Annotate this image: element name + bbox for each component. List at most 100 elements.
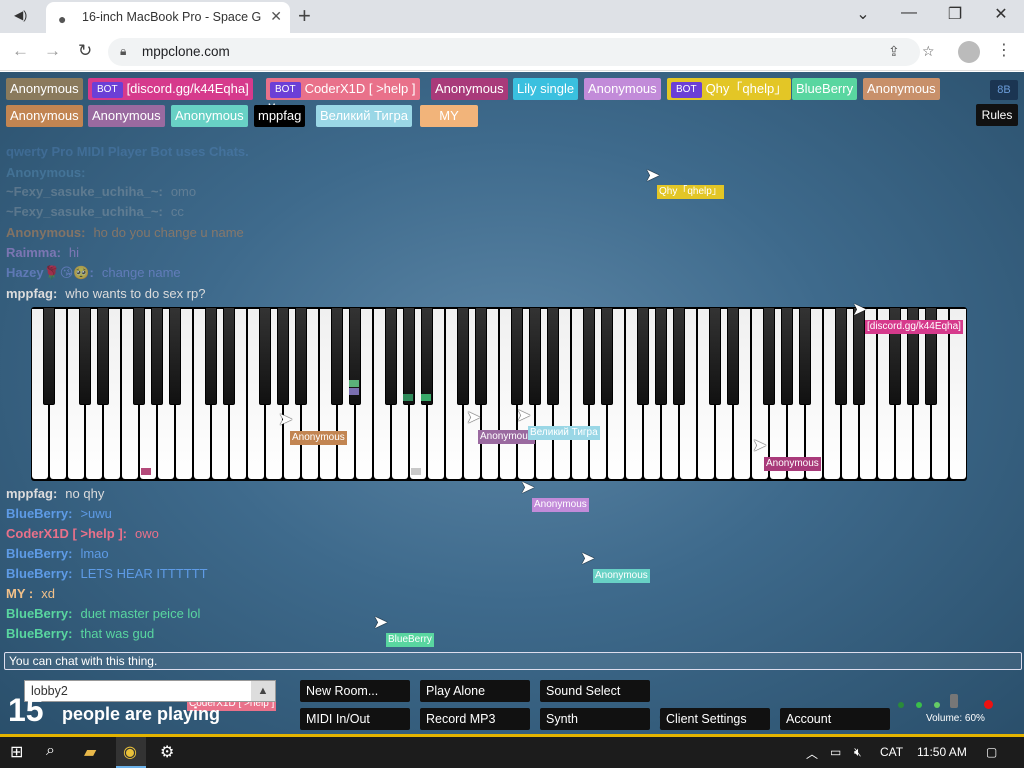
piano-black-key[interactable] bbox=[169, 307, 181, 405]
piano-black-key[interactable] bbox=[637, 307, 649, 405]
mouse-pointer-icon: ➤ bbox=[278, 409, 294, 429]
piano-black-key[interactable] bbox=[853, 307, 865, 405]
network-icon[interactable]: ▭ bbox=[830, 745, 841, 759]
piano-black-key[interactable] bbox=[529, 307, 541, 405]
profile-icon[interactable] bbox=[958, 41, 980, 63]
piano-black-key[interactable] bbox=[583, 307, 595, 405]
user-tag[interactable]: Lily single bbox=[513, 78, 579, 100]
piano-black-key[interactable] bbox=[295, 307, 307, 405]
piano-black-key[interactable] bbox=[259, 307, 271, 405]
reload-icon[interactable]: ↻ bbox=[78, 41, 92, 61]
close-icon[interactable]: ✕ bbox=[270, 8, 282, 25]
room-info-button[interactable]: 8B bbox=[990, 80, 1018, 100]
window-close-icon[interactable]: ✕ bbox=[978, 4, 1024, 24]
forward-arrow-icon[interactable]: → bbox=[44, 41, 61, 61]
piano-black-key[interactable] bbox=[673, 307, 685, 405]
piano-black-key[interactable] bbox=[835, 307, 847, 405]
language-indicator[interactable]: CAT bbox=[880, 745, 903, 759]
cursor-name-tag: Anonymous bbox=[532, 498, 589, 512]
chevron-up-icon[interactable]: ▲ bbox=[251, 681, 275, 701]
piano-black-key[interactable] bbox=[799, 307, 811, 405]
piano-black-key[interactable] bbox=[781, 307, 793, 405]
chevron-down-icon[interactable]: ⌄ bbox=[840, 4, 886, 24]
piano-black-key[interactable] bbox=[205, 307, 217, 405]
user-tag[interactable]: BOT CoderX1D [ >help ] bbox=[266, 78, 420, 100]
omnibox[interactable]: 🔒︎ mppclone.com ⇪ ☆ bbox=[108, 38, 935, 66]
piano-black-key[interactable] bbox=[97, 307, 109, 405]
user-tag[interactable]: Великий Тигра bbox=[316, 105, 412, 127]
user-tag[interactable]: BlueBerry bbox=[792, 78, 858, 100]
piano-black-key[interactable] bbox=[547, 307, 559, 405]
user-tag[interactable]: BOT [discord.gg/k44Eqha] bbox=[88, 78, 253, 100]
settings-icon[interactable]: ⚙ bbox=[160, 742, 174, 762]
user-tag[interactable]: Anonymous bbox=[863, 78, 940, 100]
user-tag-self[interactable]: mppfag bbox=[254, 105, 306, 127]
folder-icon[interactable]: ▰ bbox=[84, 742, 96, 762]
piano-black-key[interactable] bbox=[727, 307, 739, 405]
piano-black-key[interactable] bbox=[43, 307, 55, 405]
piano-black-key[interactable] bbox=[475, 307, 487, 405]
back-arrow-icon[interactable]: ← bbox=[12, 41, 29, 61]
volume-slider[interactable] bbox=[950, 694, 958, 708]
chat-message: qwerty Pro MIDI Player Bot uses Chats. bbox=[6, 144, 249, 159]
piano-black-key[interactable] bbox=[655, 307, 667, 405]
minimize-icon[interactable]: — bbox=[886, 4, 932, 22]
piano-black-key[interactable] bbox=[223, 307, 235, 405]
chevron-up-icon[interactable]: ︿ bbox=[806, 745, 818, 762]
chat-message: mppfag: who wants to do sex rp? bbox=[6, 286, 206, 301]
sound-select-button[interactable]: Sound Select bbox=[540, 680, 650, 702]
chrome-taskbar-button[interactable]: ◉ bbox=[116, 737, 146, 768]
url-text[interactable]: mppclone.com bbox=[142, 44, 230, 59]
play-alone-button[interactable]: Play Alone bbox=[420, 680, 530, 702]
chat-input[interactable]: You can chat with this thing. bbox=[4, 652, 1022, 670]
speaker-icon[interactable]: ◀) bbox=[14, 8, 42, 26]
clock[interactable]: 11:50 AM bbox=[917, 745, 967, 759]
piano-keyboard[interactable] bbox=[31, 307, 967, 481]
browser-tab[interactable]: ● 16-inch MacBook Pro - Space Gr ✕ bbox=[46, 2, 290, 33]
room-selector[interactable]: lobby2 ▲ bbox=[24, 680, 276, 702]
piano-white-key[interactable] bbox=[950, 309, 966, 479]
user-tag[interactable]: Anonymous bbox=[88, 105, 165, 127]
user-tag[interactable]: Anonymous bbox=[584, 78, 661, 100]
user-tag[interactable]: BOT Qhy「qhelp」 bbox=[667, 78, 792, 100]
piano-black-key[interactable] bbox=[457, 307, 469, 405]
notifications-icon[interactable]: ▢ bbox=[986, 745, 997, 759]
chat-message: BlueBerry: that was gud bbox=[6, 626, 155, 641]
user-tag[interactable]: Anonymous bbox=[6, 78, 83, 100]
client-settings-button[interactable]: Client Settings bbox=[660, 708, 770, 730]
star-icon[interactable]: ☆ bbox=[922, 43, 935, 60]
user-tag[interactable]: Anonymous bbox=[171, 105, 248, 127]
piano-black-key[interactable] bbox=[763, 307, 775, 405]
piano-black-key[interactable] bbox=[331, 307, 343, 405]
kebab-menu-icon[interactable]: ⋮ bbox=[996, 40, 1012, 60]
mpp-app: Anonymous BOT [discord.gg/k44Eqha] BOT Cod… bbox=[0, 72, 1024, 736]
account-button[interactable]: Account bbox=[780, 708, 890, 730]
plus-icon[interactable]: + bbox=[298, 3, 311, 29]
rules-button[interactable]: Rules bbox=[976, 104, 1018, 126]
piano-black-key[interactable] bbox=[79, 307, 91, 405]
midi-button[interactable]: MIDI In/Out bbox=[300, 708, 410, 730]
user-tag[interactable]: MY bbox=[420, 105, 478, 127]
search-icon[interactable]: ⌕ bbox=[46, 742, 55, 760]
user-tag[interactable]: Anonymous bbox=[6, 105, 83, 127]
piano-black-key[interactable] bbox=[277, 307, 289, 405]
lock-icon[interactable]: 🔒︎ bbox=[120, 44, 126, 59]
piano-black-key[interactable] bbox=[511, 307, 523, 405]
piano-black-key[interactable] bbox=[151, 307, 163, 405]
piano-black-key[interactable] bbox=[421, 307, 433, 405]
bot-badge: BOT bbox=[671, 82, 702, 98]
windows-start-icon[interactable]: ⊞ bbox=[10, 742, 23, 762]
piano-black-key[interactable] bbox=[601, 307, 613, 405]
piano-black-key[interactable] bbox=[709, 307, 721, 405]
piano-black-key[interactable] bbox=[403, 307, 415, 405]
volume-muted-icon[interactable]: 🔇︎ bbox=[854, 745, 862, 760]
piano-black-key[interactable] bbox=[385, 307, 397, 405]
new-room-button[interactable]: New Room... bbox=[300, 680, 410, 702]
restore-icon[interactable]: ❐ bbox=[932, 4, 978, 24]
share-icon[interactable]: ⇪ bbox=[888, 43, 900, 60]
record-mp3-button[interactable]: Record MP3 bbox=[420, 708, 530, 730]
piano-black-key[interactable] bbox=[133, 307, 145, 405]
key-press-indicator bbox=[421, 394, 431, 401]
user-tag[interactable]: Anonymous bbox=[431, 78, 508, 100]
synth-button[interactable]: Synth bbox=[540, 708, 650, 730]
